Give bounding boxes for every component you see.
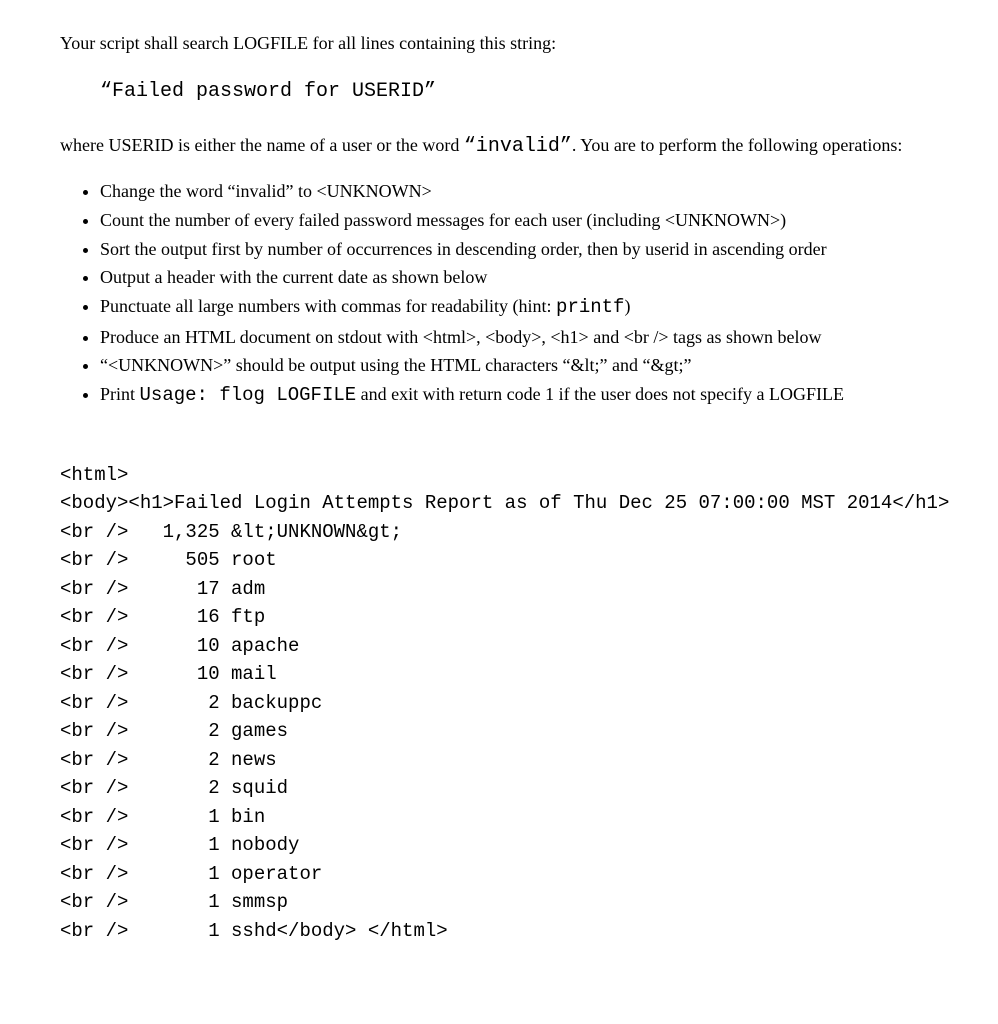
- list-item: Print Usage: flog LOGFILE and exit with …: [100, 380, 938, 410]
- list-item: Change the word “invalid” to <UNKNOWN>: [100, 177, 938, 206]
- op-text: “<UNKNOWN>” should be output using the H…: [100, 355, 691, 375]
- op-post: and exit with return code 1 if the user …: [356, 384, 844, 404]
- list-item: Count the number of every failed passwor…: [100, 206, 938, 235]
- op-mono: printf: [556, 296, 624, 318]
- op-text: Count the number of every failed passwor…: [100, 210, 786, 230]
- op-text: Sort the output first by number of occur…: [100, 239, 827, 259]
- operations-list: Change the word “invalid” to <UNKNOWN> C…: [60, 177, 938, 411]
- list-item: Output a header with the current date as…: [100, 263, 938, 292]
- where-post: . You are to perform the following opera…: [572, 135, 902, 155]
- op-pre: Print: [100, 384, 140, 404]
- op-text: Change the word “invalid” to <UNKNOWN>: [100, 181, 432, 201]
- intro-text: Your script shall search LOGFILE for all…: [60, 30, 938, 57]
- search-string: “Failed password for USERID”: [100, 77, 938, 107]
- example-output: <html> <body><h1>Failed Login Attempts R…: [60, 461, 938, 946]
- op-post: ): [624, 296, 630, 316]
- list-item: Produce an HTML document on stdout with …: [100, 323, 938, 352]
- op-mono: Usage: flog LOGFILE: [140, 384, 357, 406]
- where-mono: “invalid”: [464, 135, 572, 158]
- where-pre: where USERID is either the name of a use…: [60, 135, 464, 155]
- list-item: Sort the output first by number of occur…: [100, 235, 938, 264]
- op-text: Output a header with the current date as…: [100, 267, 487, 287]
- op-text: Produce an HTML document on stdout with …: [100, 327, 821, 347]
- where-line: where USERID is either the name of a use…: [60, 132, 938, 162]
- op-pre: Punctuate all large numbers with commas …: [100, 296, 556, 316]
- list-item: “<UNKNOWN>” should be output using the H…: [100, 351, 938, 380]
- list-item: Punctuate all large numbers with commas …: [100, 292, 938, 322]
